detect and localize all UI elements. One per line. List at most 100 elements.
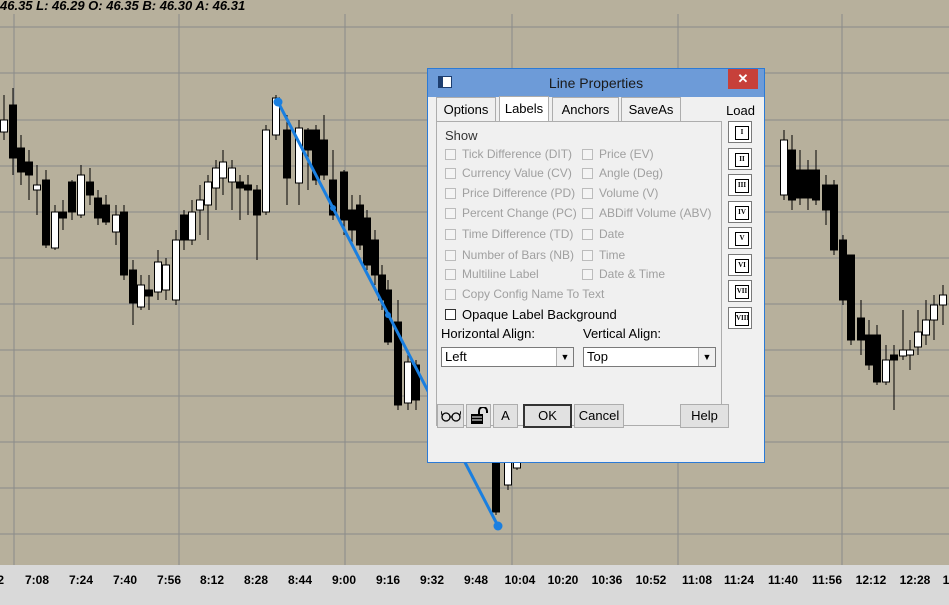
candle-body — [340, 171, 348, 221]
candle-body — [804, 169, 812, 199]
glasses-button[interactable] — [437, 404, 464, 428]
candle-body — [25, 161, 33, 176]
candle-body — [204, 181, 212, 206]
time-tick-label: 8:12 — [199, 573, 225, 587]
candle-body — [304, 129, 312, 151]
checkbox-label: Time — [599, 248, 626, 262]
help-button[interactable]: Help — [680, 404, 729, 428]
checkbox-label: Date — [599, 227, 625, 241]
trendline-anchor-handle — [385, 312, 391, 318]
candle-body — [196, 199, 204, 211]
show-group-label: Show — [445, 128, 478, 143]
load-preset-button[interactable]: III — [728, 174, 752, 196]
checkbox[interactable] — [582, 168, 593, 179]
load-preset-button[interactable]: VII — [728, 280, 752, 302]
cancel-button[interactable]: Cancel — [574, 404, 624, 428]
candle-body — [0, 119, 8, 133]
time-tick-label: 7:24 — [68, 573, 94, 587]
checkbox-label: Price (EV) — [599, 147, 654, 161]
preset-icon: III — [735, 179, 749, 193]
preset-icon: VI — [735, 258, 749, 273]
candle-body — [51, 211, 59, 249]
candle-body — [857, 317, 865, 341]
checkbox[interactable] — [445, 269, 456, 280]
time-tick-label: 9:16 — [375, 573, 401, 587]
load-label: Load — [726, 103, 755, 118]
checkbox[interactable] — [445, 250, 456, 261]
font-a-button[interactable]: A — [493, 404, 518, 428]
candle-body — [94, 197, 102, 219]
candle-body — [283, 129, 291, 179]
vertical-align-select[interactable]: Top ▼ — [583, 347, 716, 367]
time-tick-label: 10:20 — [547, 573, 579, 587]
preset-icon: VII — [735, 285, 749, 299]
checkbox[interactable] — [445, 188, 456, 199]
candle-body — [219, 161, 227, 179]
lock-button[interactable] — [466, 404, 491, 428]
candle-body — [77, 174, 85, 216]
load-preset-button[interactable]: VI — [728, 253, 752, 276]
line-properties-dialog: Line Properties ✕ Options Labels Anchors… — [427, 68, 765, 463]
load-preset-button[interactable]: II — [728, 147, 752, 170]
horizontal-align-select[interactable]: Left ▼ — [441, 347, 574, 367]
time-tick-label: 12:44 — [942, 573, 949, 587]
candle-body — [812, 169, 820, 201]
labels-tab-panel: Show Tick Difference (DIT) Currency Value… — [436, 121, 729, 428]
checkbox[interactable] — [582, 269, 593, 280]
checkbox[interactable] — [582, 229, 593, 240]
tab-anchors[interactable]: Anchors — [552, 97, 619, 121]
checkbox[interactable] — [445, 208, 456, 219]
time-tick-label: 7:40 — [112, 573, 138, 587]
tab-saveas[interactable]: SaveAs — [621, 97, 681, 121]
checkbox[interactable] — [445, 168, 456, 179]
dialog-client: Options Labels Anchors SaveAs Load I II II… — [436, 96, 756, 456]
candle-body — [899, 349, 907, 357]
vertical-align-label: Vertical Align: — [583, 326, 662, 341]
candle-body — [137, 284, 145, 308]
candle-body — [348, 209, 356, 231]
chevron-down-icon[interactable]: ▼ — [556, 348, 573, 366]
candle-body — [882, 359, 890, 383]
load-preset-button[interactable]: VIII — [728, 306, 752, 329]
candle-body — [112, 214, 120, 233]
checkbox-label: Tick Difference (DIT) — [462, 147, 573, 161]
chevron-down-icon[interactable]: ▼ — [698, 348, 715, 366]
checkbox[interactable] — [582, 188, 593, 199]
checkbox-label: Currency Value (CV) — [462, 166, 572, 180]
horizontal-align-value: Left — [445, 349, 467, 364]
candle-body — [244, 184, 252, 191]
candle-body — [86, 181, 94, 196]
candle-body — [262, 129, 270, 213]
checkbox[interactable] — [445, 309, 456, 320]
time-tick-label: 10:52 — [635, 573, 667, 587]
unlock-icon — [470, 406, 488, 424]
preset-icon: II — [735, 152, 749, 167]
candle-body — [68, 181, 76, 213]
checkbox[interactable] — [445, 229, 456, 240]
tab-options[interactable]: Options — [436, 97, 496, 121]
checkbox-label: Volume (V) — [599, 186, 659, 200]
dialog-titlebar[interactable]: Line Properties ✕ — [428, 69, 764, 97]
candle-body — [404, 361, 412, 404]
checkbox-label: Date & Time — [599, 267, 666, 281]
load-preset-button[interactable]: I — [728, 121, 752, 143]
candle-body — [914, 331, 922, 348]
preset-icon: IV — [735, 205, 749, 220]
checkbox[interactable] — [582, 208, 593, 219]
candle-body — [363, 217, 371, 266]
close-button[interactable]: ✕ — [728, 69, 758, 89]
candle-body — [873, 334, 881, 383]
checkbox[interactable] — [582, 250, 593, 261]
candle-body — [780, 139, 788, 196]
checkbox[interactable] — [445, 289, 456, 300]
load-preset-button[interactable]: V — [728, 227, 752, 249]
checkbox[interactable] — [582, 149, 593, 160]
candle-body — [9, 104, 17, 159]
candle-body — [865, 334, 873, 366]
checkbox-label: Opaque Label Background — [462, 307, 617, 322]
checkbox[interactable] — [445, 149, 456, 160]
load-preset-button[interactable]: IV — [728, 200, 752, 223]
tab-labels[interactable]: Labels — [499, 96, 549, 122]
ok-button[interactable]: OK — [523, 404, 572, 428]
candle-body — [796, 169, 804, 199]
